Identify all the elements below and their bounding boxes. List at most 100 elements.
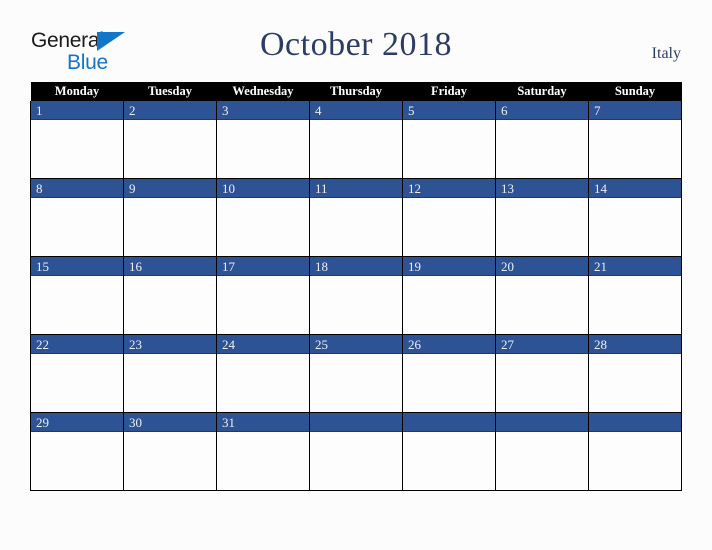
day-note-area[interactable] — [217, 120, 309, 178]
day-note-area[interactable] — [403, 432, 495, 490]
calendar-day-cell[interactable]: 1 — [30, 101, 124, 179]
day-number: 30 — [124, 413, 216, 432]
calendar-day-cell-empty[interactable] — [309, 412, 403, 491]
day-number: 4 — [310, 101, 402, 120]
calendar-day-cell[interactable]: 2 — [123, 101, 217, 179]
calendar-day-cell[interactable]: 31 — [216, 412, 310, 491]
calendar-day-cell[interactable]: 30 — [123, 412, 217, 491]
calendar-day-cell[interactable]: 7 — [588, 101, 682, 179]
weekday-header-friday: Friday — [402, 82, 496, 101]
day-note-area[interactable] — [217, 432, 309, 490]
calendar-day-cell-empty[interactable] — [495, 412, 589, 491]
calendar-day-cell[interactable]: 12 — [402, 178, 496, 257]
day-number: 18 — [310, 257, 402, 276]
day-note-area[interactable] — [403, 354, 495, 412]
day-note-area[interactable] — [217, 198, 309, 256]
day-number: 15 — [31, 257, 123, 276]
day-note-area[interactable] — [403, 120, 495, 178]
day-number: 6 — [496, 101, 588, 120]
day-note-area[interactable] — [403, 276, 495, 334]
day-note-area[interactable] — [31, 276, 123, 334]
day-note-area[interactable] — [310, 276, 402, 334]
calendar-day-cell[interactable]: 9 — [123, 178, 217, 257]
day-number — [310, 413, 402, 432]
calendar-day-cell[interactable]: 29 — [30, 412, 124, 491]
calendar-day-cell[interactable]: 3 — [216, 101, 310, 179]
day-number: 22 — [31, 335, 123, 354]
calendar-weekday-header-row: Monday Tuesday Wednesday Thursday Friday… — [30, 82, 682, 101]
day-number: 28 — [589, 335, 681, 354]
day-note-area[interactable] — [124, 198, 216, 256]
day-number: 31 — [217, 413, 309, 432]
calendar-day-cell[interactable]: 25 — [309, 334, 403, 413]
day-note-area[interactable] — [124, 276, 216, 334]
day-note-area[interactable] — [496, 432, 588, 490]
day-note-area[interactable] — [589, 432, 681, 490]
calendar-day-cell[interactable]: 28 — [588, 334, 682, 413]
calendar-day-cell[interactable]: 23 — [123, 334, 217, 413]
calendar-day-cell-empty[interactable] — [402, 412, 496, 491]
day-note-area[interactable] — [403, 198, 495, 256]
calendar-day-cell[interactable]: 20 — [495, 256, 589, 335]
day-note-area[interactable] — [217, 276, 309, 334]
day-number: 27 — [496, 335, 588, 354]
calendar-week-row: 1 2 3 4 5 6 7 — [30, 101, 682, 179]
calendar-day-cell[interactable]: 16 — [123, 256, 217, 335]
day-note-area[interactable] — [310, 120, 402, 178]
calendar-day-cell[interactable]: 27 — [495, 334, 589, 413]
calendar-day-cell[interactable]: 22 — [30, 334, 124, 413]
calendar-day-cell-empty[interactable] — [588, 412, 682, 491]
day-number: 14 — [589, 179, 681, 198]
day-note-area[interactable] — [496, 120, 588, 178]
day-note-area[interactable] — [31, 120, 123, 178]
calendar-week-row: 22 23 24 25 26 27 28 — [30, 334, 682, 413]
calendar-day-cell[interactable]: 8 — [30, 178, 124, 257]
day-note-area[interactable] — [496, 198, 588, 256]
day-note-area[interactable] — [124, 120, 216, 178]
day-number — [403, 413, 495, 432]
day-number: 26 — [403, 335, 495, 354]
day-note-area[interactable] — [589, 198, 681, 256]
calendar-day-cell[interactable]: 18 — [309, 256, 403, 335]
calendar-day-cell[interactable]: 26 — [402, 334, 496, 413]
day-note-area[interactable] — [589, 354, 681, 412]
calendar-day-cell[interactable]: 21 — [588, 256, 682, 335]
day-note-area[interactable] — [310, 432, 402, 490]
day-number: 1 — [31, 101, 123, 120]
calendar-day-cell[interactable]: 5 — [402, 101, 496, 179]
calendar-week-row: 15 16 17 18 19 20 21 — [30, 256, 682, 335]
calendar-day-cell[interactable]: 19 — [402, 256, 496, 335]
calendar-day-cell[interactable]: 15 — [30, 256, 124, 335]
day-number: 11 — [310, 179, 402, 198]
day-number: 25 — [310, 335, 402, 354]
calendar-day-cell[interactable]: 10 — [216, 178, 310, 257]
calendar-day-cell[interactable]: 6 — [495, 101, 589, 179]
day-number: 13 — [496, 179, 588, 198]
day-number: 17 — [217, 257, 309, 276]
day-note-area[interactable] — [310, 198, 402, 256]
calendar-day-cell[interactable]: 14 — [588, 178, 682, 257]
day-number — [496, 413, 588, 432]
day-note-area[interactable] — [31, 198, 123, 256]
day-note-area[interactable] — [217, 354, 309, 412]
page-header: General Blue October 2018 Italy — [0, 0, 712, 82]
day-note-area[interactable] — [124, 432, 216, 490]
calendar-day-cell[interactable]: 4 — [309, 101, 403, 179]
day-note-area[interactable] — [31, 432, 123, 490]
calendar-grid: Monday Tuesday Wednesday Thursday Friday… — [30, 82, 682, 491]
calendar-day-cell[interactable]: 17 — [216, 256, 310, 335]
calendar-day-cell[interactable]: 24 — [216, 334, 310, 413]
day-note-area[interactable] — [124, 354, 216, 412]
day-note-area[interactable] — [496, 276, 588, 334]
day-note-area[interactable] — [496, 354, 588, 412]
day-note-area[interactable] — [589, 120, 681, 178]
day-number: 16 — [124, 257, 216, 276]
weekday-header-saturday: Saturday — [495, 82, 589, 101]
calendar-day-cell[interactable]: 11 — [309, 178, 403, 257]
day-note-area[interactable] — [310, 354, 402, 412]
calendar-week-row: 29 30 31 — [30, 412, 682, 491]
day-note-area[interactable] — [589, 276, 681, 334]
day-number: 7 — [589, 101, 681, 120]
day-note-area[interactable] — [31, 354, 123, 412]
calendar-day-cell[interactable]: 13 — [495, 178, 589, 257]
